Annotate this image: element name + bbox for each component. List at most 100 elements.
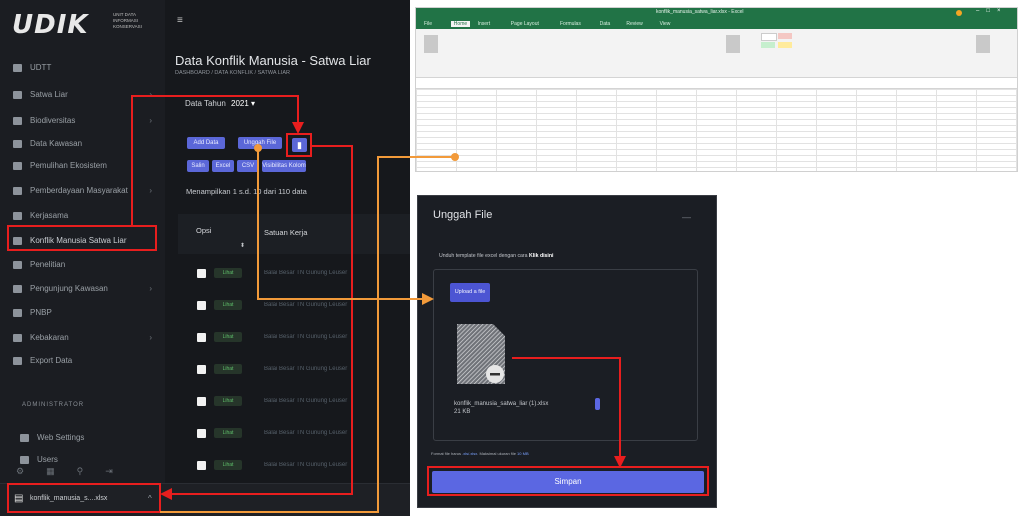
note-format: .xls/.xlsx (462, 451, 478, 456)
user-avatar-icon[interactable] (956, 10, 962, 16)
formula-bar[interactable] (416, 78, 1017, 89)
chevron-up-icon[interactable]: ^ (148, 494, 152, 503)
sidebar-item-export-data[interactable]: Export Data (13, 353, 158, 369)
sidebar-item-pnbp[interactable]: PNBP (13, 305, 158, 321)
flask-icon (13, 260, 22, 269)
money-icon (13, 308, 22, 317)
year-select[interactable]: 2021 ▾ (231, 99, 255, 108)
spreadsheet-grid[interactable] (416, 89, 1017, 171)
style-good[interactable] (761, 42, 775, 48)
sidebar-item-label: Satwa Liar (30, 90, 68, 99)
sidebar-item-penelitian[interactable]: Penelitian (13, 257, 158, 273)
excel-tab-formulas[interactable]: Formulas (560, 21, 581, 27)
excel-ribbon (416, 29, 1017, 78)
grid-icon[interactable]: ▦ (46, 466, 77, 476)
file-preview-icon (457, 324, 505, 384)
row-checkbox[interactable] (197, 365, 206, 374)
column-header-options[interactable]: Opsi (196, 226, 211, 235)
fire-icon (13, 333, 22, 342)
excel-button[interactable]: Excel (212, 160, 234, 172)
sort-filter-icon[interactable] (976, 35, 990, 53)
ticket-icon (13, 284, 22, 293)
upload-a-file-button[interactable]: Upload a file (450, 283, 490, 302)
scrollbar-thumb[interactable] (595, 398, 600, 410)
excel-tab-page-layout[interactable]: Page Layout (511, 21, 539, 27)
sidebar-item-label: Data Kawasan (30, 139, 83, 148)
row-checkbox[interactable] (197, 461, 206, 470)
sidebar-item-udtt[interactable]: UDTT (13, 60, 158, 76)
note-text: Format file harus (431, 451, 463, 456)
sidebar-item-pemberdayaan-masyarakat[interactable]: Pemberdayaan Masyarakat › (13, 183, 158, 199)
row-checkbox[interactable] (197, 301, 206, 310)
conditional-format-icon[interactable] (726, 35, 740, 53)
settings-icon[interactable]: ⚙ (16, 466, 46, 476)
table-row: Lihat Balai Besar TN Gunung Leuser (178, 322, 410, 352)
excel-tab-home[interactable]: Home (450, 21, 471, 27)
leaf-icon (13, 116, 22, 125)
download-template-button[interactable]: ▮ (292, 138, 307, 152)
save-button[interactable]: Simpan (432, 471, 704, 493)
excel-tab-data[interactable]: Data (600, 21, 611, 27)
sidebar-item-data-kawasan[interactable]: Data Kawasan (13, 136, 158, 152)
unit-cell: Balai Besar TN Gunung Leuser (264, 462, 348, 468)
view-button[interactable]: Lihat (214, 300, 242, 310)
style-neutral[interactable] (778, 42, 792, 48)
upload-modal: Unggah File — Unduh template file excel … (417, 195, 717, 508)
window-controls[interactable]: –□× (976, 8, 1007, 14)
sidebar-item-konflik-manusia-satwa-liar[interactable]: Konflik Manusia Satwa Liar (13, 233, 158, 249)
admin-section-header: ADMINISTRATOR (22, 402, 85, 408)
recycle-icon (13, 161, 22, 170)
row-checkbox[interactable] (197, 429, 206, 438)
unit-cell: Balai Besar TN Gunung Leuser (264, 430, 348, 436)
view-button[interactable]: Lihat (214, 364, 242, 374)
csv-button[interactable]: CSV (237, 160, 259, 172)
excel-tab-review[interactable]: Review (626, 21, 642, 27)
sidebar-item-kebakaran[interactable]: Kebakaran › (13, 330, 158, 346)
handshake-icon (13, 211, 22, 220)
sidebar-item-label: Pemulihan Ekosistem (30, 161, 107, 170)
instruction-text: Unduh template file excel dengan cara (439, 253, 529, 259)
sidebar-item-biodiversitas[interactable]: Biodiversitas › (13, 113, 158, 129)
sort-icon[interactable]: ⬍ (240, 242, 245, 249)
sidebar-item-label: Biodiversitas (30, 116, 76, 125)
column-header-unit[interactable]: Satuan Kerja (264, 228, 307, 237)
view-button[interactable]: Lihat (214, 396, 242, 406)
excel-tab-view[interactable]: View (660, 21, 671, 27)
note-text-2: . Maksimal ukuran file (477, 451, 518, 456)
close-icon[interactable]: — (682, 212, 691, 222)
upload-file-button[interactable]: Unggah File (238, 137, 282, 149)
view-button[interactable]: Lihat (214, 428, 242, 438)
downloaded-file[interactable]: konflik_manusia_s....xlsx (30, 495, 107, 502)
app-logo[interactable]: UDIK (12, 10, 89, 40)
sidebar-item-kerjasama[interactable]: Kerjasama (13, 208, 158, 224)
row-checkbox[interactable] (197, 333, 206, 342)
copy-button[interactable]: Salin (187, 160, 209, 172)
excel-tab-file[interactable]: File (424, 21, 432, 27)
sidebar-item-pemulihan-ekosistem[interactable]: Pemulihan Ekosistem (13, 158, 158, 174)
unit-cell: Balai Besar TN Gunung Leuser (264, 398, 348, 404)
style-normal[interactable] (761, 33, 777, 41)
sidebar-item-pengunjung-kawasan[interactable]: Pengunjung Kawasan › (13, 281, 158, 297)
row-checkbox[interactable] (197, 397, 206, 406)
paste-icon[interactable] (424, 35, 438, 53)
template-download-link[interactable]: Klik disini (529, 253, 554, 259)
sidebar-item-label: Export Data (30, 356, 73, 365)
view-button[interactable]: Lihat (214, 460, 242, 470)
sidebar-item-web-settings[interactable]: Web Settings (20, 430, 165, 446)
add-data-button[interactable]: Add Data (187, 137, 225, 149)
column-visibility-button[interactable]: Visibilitas Kolom (262, 160, 306, 172)
logout-icon[interactable]: ⇥ (105, 466, 135, 476)
view-button[interactable]: Lihat (214, 268, 242, 278)
chevron-right-icon: › (149, 186, 152, 195)
excel-tab-insert[interactable]: Insert (478, 21, 491, 27)
app-logo-subtitle: UNIT DATA INFORMASI KONSERVASI (113, 12, 142, 29)
users-icon (13, 186, 22, 195)
app-window: UDIK UNIT DATA INFORMASI KONSERVASI UDTT… (0, 0, 410, 516)
file-requirements-note: Format file harus .xls/.xlsx. Maksimal u… (431, 451, 529, 456)
row-checkbox[interactable] (197, 269, 206, 278)
menu-toggle-icon[interactable]: ≡ (177, 15, 183, 26)
sidebar-item-satwa-liar[interactable]: Satwa Liar › (13, 87, 158, 103)
style-bad[interactable] (778, 33, 792, 39)
view-button[interactable]: Lihat (214, 332, 242, 342)
user-icon[interactable]: ⚲ (77, 466, 106, 476)
